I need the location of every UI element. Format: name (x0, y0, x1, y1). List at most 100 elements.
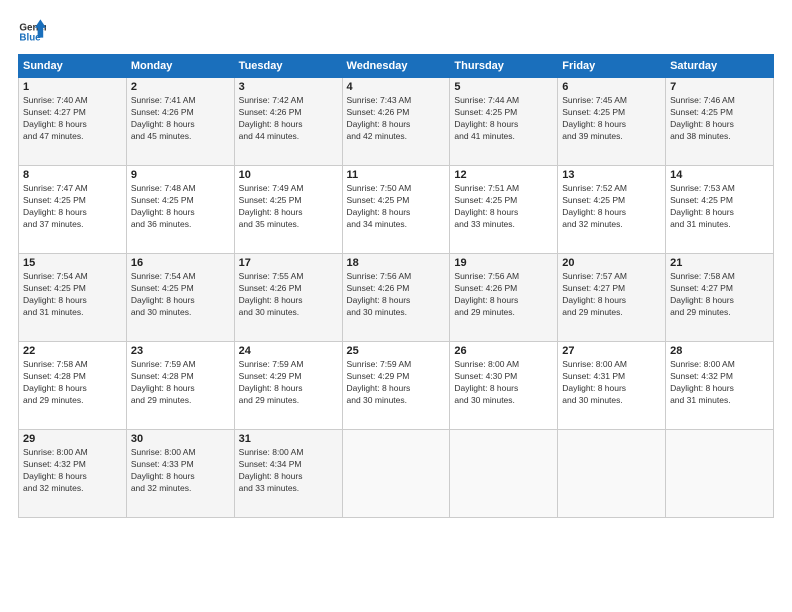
calendar-cell: 21 Sunrise: 7:58 AMSunset: 4:27 PMDayligh… (666, 254, 774, 342)
calendar-header-row: SundayMondayTuesdayWednesdayThursdayFrid… (19, 55, 774, 78)
calendar-cell: 11 Sunrise: 7:50 AMSunset: 4:25 PMDayligh… (342, 166, 450, 254)
calendar-cell: 18 Sunrise: 7:56 AMSunset: 4:26 PMDayligh… (342, 254, 450, 342)
calendar-cell: 20Sunrise: 7:57 AMSunset: 4:27 PMDayligh… (558, 254, 666, 342)
calendar-cell: 26 Sunrise: 8:00 AMSunset: 4:30 PMDayligh… (450, 342, 558, 430)
day-info: Sunrise: 8:00 AMSunset: 4:33 PMDaylight:… (131, 447, 230, 495)
day-number: 29 (23, 433, 122, 445)
day-info: Sunrise: 7:50 AMSunset: 4:25 PMDaylight:… (347, 183, 446, 231)
logo: General Blue (18, 18, 46, 46)
calendar-cell: 28 Sunrise: 8:00 AMSunset: 4:32 PMDayligh… (666, 342, 774, 430)
day-number: 7 (670, 81, 769, 93)
calendar-cell: 30 Sunrise: 8:00 AMSunset: 4:33 PMDayligh… (126, 430, 234, 518)
day-number: 4 (347, 81, 446, 93)
calendar-cell: 12 Sunrise: 7:51 AMSunset: 4:25 PMDayligh… (450, 166, 558, 254)
calendar-cell: 25Sunrise: 7:59 AMSunset: 4:29 PMDayligh… (342, 342, 450, 430)
day-number: 12 (454, 169, 553, 181)
calendar-body: 1 Sunrise: 7:40 AMSunset: 4:27 PMDaylight… (19, 78, 774, 518)
weekday-header-wednesday: Wednesday (342, 55, 450, 78)
day-number: 27 (562, 345, 661, 357)
day-info: Sunrise: 7:47 AMSunset: 4:25 PMDaylight:… (23, 183, 122, 231)
day-info: Sunrise: 7:48 AMSunset: 4:25 PMDaylight:… (131, 183, 230, 231)
day-info: Sunrise: 7:41 AMSunset: 4:26 PMDaylight:… (131, 95, 230, 143)
day-info: Sunrise: 8:00 AMSunset: 4:32 PMDaylight:… (23, 447, 122, 495)
calendar-cell (558, 430, 666, 518)
day-number: 24 (239, 345, 338, 357)
calendar-cell: 31 Sunrise: 8:00 AMSunset: 4:34 PMDayligh… (234, 430, 342, 518)
calendar-cell: 17 Sunrise: 7:55 AMSunset: 4:26 PMDayligh… (234, 254, 342, 342)
calendar-week-4: 22Sunrise: 7:58 AMSunset: 4:28 PMDayligh… (19, 342, 774, 430)
day-info: Sunrise: 7:56 AMSunset: 4:26 PMDaylight:… (347, 271, 446, 319)
calendar-cell: 19 Sunrise: 7:56 AMSunset: 4:26 PMDayligh… (450, 254, 558, 342)
calendar-cell: 4 Sunrise: 7:43 AMSunset: 4:26 PMDaylight… (342, 78, 450, 166)
day-info: Sunrise: 7:57 AMSunset: 4:27 PMDaylight:… (562, 271, 661, 319)
day-number: 17 (239, 257, 338, 269)
day-info: Sunrise: 7:53 AMSunset: 4:25 PMDaylight:… (670, 183, 769, 231)
day-info: Sunrise: 7:54 AMSunset: 4:25 PMDaylight:… (23, 271, 122, 319)
day-number: 9 (131, 169, 230, 181)
day-number: 14 (670, 169, 769, 181)
day-number: 2 (131, 81, 230, 93)
day-info: Sunrise: 7:58 AMSunset: 4:28 PMDaylight:… (23, 359, 122, 407)
calendar-week-1: 1 Sunrise: 7:40 AMSunset: 4:27 PMDaylight… (19, 78, 774, 166)
day-info: Sunrise: 8:00 AMSunset: 4:30 PMDaylight:… (454, 359, 553, 407)
day-number: 1 (23, 81, 122, 93)
day-number: 15 (23, 257, 122, 269)
day-info: Sunrise: 7:46 AMSunset: 4:25 PMDaylight:… (670, 95, 769, 143)
calendar-cell: 7 Sunrise: 7:46 AMSunset: 4:25 PMDaylight… (666, 78, 774, 166)
day-number: 18 (347, 257, 446, 269)
day-info: Sunrise: 7:43 AMSunset: 4:26 PMDaylight:… (347, 95, 446, 143)
day-info: Sunrise: 7:59 AMSunset: 4:28 PMDaylight:… (131, 359, 230, 407)
day-number: 16 (131, 257, 230, 269)
day-info: Sunrise: 7:45 AMSunset: 4:25 PMDaylight:… (562, 95, 661, 143)
day-info: Sunrise: 8:00 AMSunset: 4:32 PMDaylight:… (670, 359, 769, 407)
day-number: 19 (454, 257, 553, 269)
day-number: 6 (562, 81, 661, 93)
page-header: General Blue (18, 18, 774, 46)
weekday-header-thursday: Thursday (450, 55, 558, 78)
day-number: 11 (347, 169, 446, 181)
day-info: Sunrise: 7:59 AMSunset: 4:29 PMDaylight:… (239, 359, 338, 407)
day-info: Sunrise: 8:00 AMSunset: 4:34 PMDaylight:… (239, 447, 338, 495)
calendar-cell: 6 Sunrise: 7:45 AMSunset: 4:25 PMDaylight… (558, 78, 666, 166)
day-number: 31 (239, 433, 338, 445)
day-info: Sunrise: 7:56 AMSunset: 4:26 PMDaylight:… (454, 271, 553, 319)
calendar-table: SundayMondayTuesdayWednesdayThursdayFrid… (18, 54, 774, 518)
calendar-cell: 9 Sunrise: 7:48 AMSunset: 4:25 PMDaylight… (126, 166, 234, 254)
day-info: Sunrise: 8:00 AMSunset: 4:31 PMDaylight:… (562, 359, 661, 407)
day-number: 21 (670, 257, 769, 269)
calendar-cell (342, 430, 450, 518)
calendar-cell: 13Sunrise: 7:52 AMSunset: 4:25 PMDayligh… (558, 166, 666, 254)
calendar-cell: 1 Sunrise: 7:40 AMSunset: 4:27 PMDaylight… (19, 78, 127, 166)
calendar-cell: 22Sunrise: 7:58 AMSunset: 4:28 PMDayligh… (19, 342, 127, 430)
day-info: Sunrise: 7:58 AMSunset: 4:27 PMDaylight:… (670, 271, 769, 319)
day-number: 30 (131, 433, 230, 445)
day-info: Sunrise: 7:51 AMSunset: 4:25 PMDaylight:… (454, 183, 553, 231)
day-number: 23 (131, 345, 230, 357)
day-info: Sunrise: 7:40 AMSunset: 4:27 PMDaylight:… (23, 95, 122, 143)
day-info: Sunrise: 7:52 AMSunset: 4:25 PMDaylight:… (562, 183, 661, 231)
calendar-week-2: 8 Sunrise: 7:47 AMSunset: 4:25 PMDaylight… (19, 166, 774, 254)
calendar-cell: 14 Sunrise: 7:53 AMSunset: 4:25 PMDayligh… (666, 166, 774, 254)
calendar-cell: 23 Sunrise: 7:59 AMSunset: 4:28 PMDayligh… (126, 342, 234, 430)
calendar-cell (450, 430, 558, 518)
weekday-header-friday: Friday (558, 55, 666, 78)
calendar-cell: 15 Sunrise: 7:54 AMSunset: 4:25 PMDayligh… (19, 254, 127, 342)
weekday-header-tuesday: Tuesday (234, 55, 342, 78)
calendar-cell: 3Sunrise: 7:42 AMSunset: 4:26 PMDaylight… (234, 78, 342, 166)
calendar-cell: 5Sunrise: 7:44 AMSunset: 4:25 PMDaylight… (450, 78, 558, 166)
calendar-page: General Blue SundayMondayTuesdayWednesda… (0, 0, 792, 612)
day-number: 10 (239, 169, 338, 181)
calendar-cell (666, 430, 774, 518)
calendar-cell: 27 Sunrise: 8:00 AMSunset: 4:31 PMDayligh… (558, 342, 666, 430)
calendar-cell: 10Sunrise: 7:49 AMSunset: 4:25 PMDayligh… (234, 166, 342, 254)
calendar-cell: 16Sunrise: 7:54 AMSunset: 4:25 PMDayligh… (126, 254, 234, 342)
day-number: 28 (670, 345, 769, 357)
day-info: Sunrise: 7:55 AMSunset: 4:26 PMDaylight:… (239, 271, 338, 319)
calendar-cell: 8 Sunrise: 7:47 AMSunset: 4:25 PMDaylight… (19, 166, 127, 254)
calendar-cell: 29 Sunrise: 8:00 AMSunset: 4:32 PMDayligh… (19, 430, 127, 518)
weekday-header-sunday: Sunday (19, 55, 127, 78)
day-number: 26 (454, 345, 553, 357)
day-info: Sunrise: 7:44 AMSunset: 4:25 PMDaylight:… (454, 95, 553, 143)
weekday-header-saturday: Saturday (666, 55, 774, 78)
day-number: 8 (23, 169, 122, 181)
